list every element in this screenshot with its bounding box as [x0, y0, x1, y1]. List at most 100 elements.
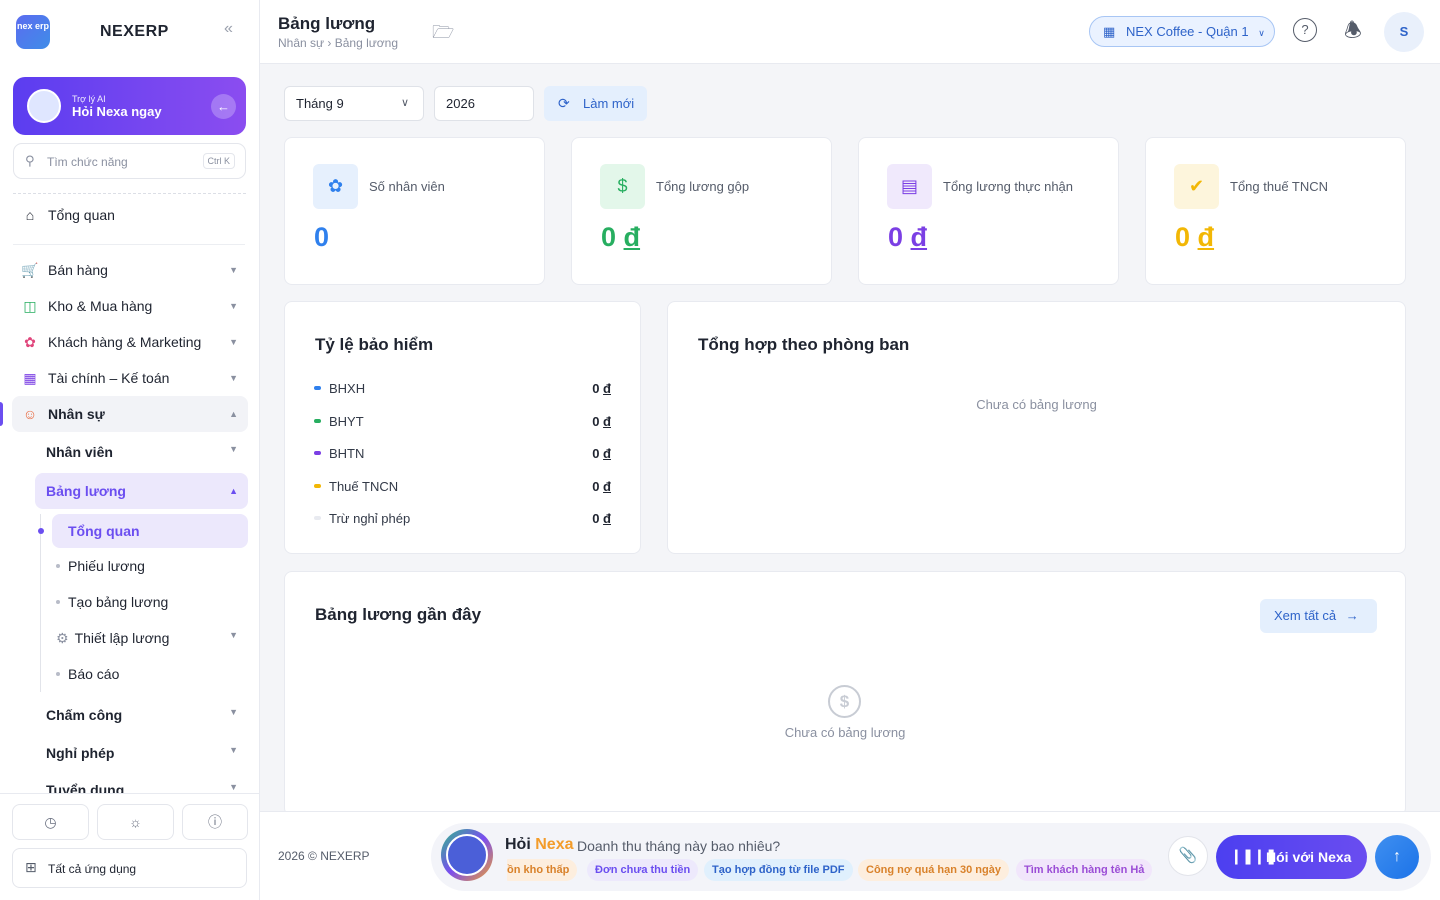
row-number: 0 [592, 446, 600, 461]
footer: 2026 © NEXERP Hỏi Nexa Doanh thu tháng n… [260, 811, 1440, 900]
send-button[interactable]: ↑ [1375, 835, 1419, 879]
bullet-dot [56, 600, 60, 604]
stat-number: 0 [314, 222, 330, 252]
suggestion-chip[interactable]: Đơn chưa thu tiền [587, 859, 699, 881]
arrow-left-icon[interactable]: ← [211, 94, 236, 119]
users-icon: ✿ [24, 333, 36, 350]
insurance-row: BHYT 0 đ [314, 413, 611, 433]
active-indicator [0, 402, 3, 426]
feature-search-input[interactable]: ⚲ Tìm chức năng Ctrl K [13, 143, 246, 179]
view-all-button[interactable]: Xem tất cả → [1260, 599, 1377, 633]
divider [0, 793, 260, 794]
sidebar-item-create-payroll[interactable]: Tạo bảng lương [68, 594, 168, 610]
robot-avatar-icon [27, 89, 61, 123]
suggestion-chip[interactable]: Tạo hợp đồng từ file PDF [704, 859, 853, 881]
row-value: 0 đ [592, 479, 611, 494]
folder-icon[interactable]: 🗁 [432, 20, 454, 50]
row-value: 0 đ [592, 381, 611, 396]
suggestion-chip[interactable]: Tìm khách hàng tên Hả [1016, 859, 1153, 881]
row-number: 0 [592, 381, 600, 396]
sidebar-item-crm[interactable]: ✿ Khách hàng & Marketing ▼ [12, 324, 248, 360]
stat-number: 0 [888, 222, 904, 252]
sidebar-item-hr[interactable]: ☺ Nhân sự ▲ [12, 396, 248, 432]
sidebar-item-overview[interactable]: ⌂ Tổng quan [12, 197, 248, 233]
chevron-down-icon: ▼ [229, 782, 238, 792]
ai-assistant-card[interactable]: Trợ lý AI Hỏi Nexa ngay ← [13, 77, 246, 135]
month-select[interactable]: Tháng 9 ∨ [284, 86, 424, 121]
active-dot [38, 528, 44, 534]
store-name: NEX Coffee - Quận 1 [1126, 24, 1249, 39]
insurance-row: BHXH 0 đ [314, 380, 611, 400]
dollar-icon: $ [600, 164, 645, 209]
store-selector[interactable]: ▦ NEX Coffee - Quận 1 ∨ [1089, 16, 1275, 47]
all-apps-label: Tất cả ứng dụng [48, 862, 137, 876]
empty-state-text: Chưa có bảng lương [976, 397, 1097, 412]
currency-unit: đ [623, 222, 641, 252]
collapse-sidebar-icon[interactable]: « [224, 20, 233, 38]
legend-bullet [314, 451, 321, 455]
stat-label: Tổng thuế TNCN [1230, 179, 1329, 194]
sidebar-item-label: Tổng quan [48, 207, 115, 223]
year-input[interactable]: 2026 [434, 86, 534, 121]
sidebar-item-report[interactable]: Báo cáo [68, 666, 119, 682]
stat-card-net-salary: ▤ Tổng lương thực nhận 0 đ [858, 137, 1119, 285]
insurance-row: Trừ nghỉ phép 0 đ [314, 510, 611, 530]
wallet-icon: ▤ [887, 164, 932, 209]
bell-icon[interactable]: 🕭 [1344, 16, 1362, 50]
suggestion-chip[interactable]: Công nợ quá hạn 30 ngày [858, 859, 1009, 881]
soundwave-icon: ❙❚❙❚ [1230, 848, 1277, 865]
nexa-question-input[interactable]: Doanh thu tháng này bao nhiêu? [577, 838, 780, 854]
sidebar-item-label: Nhân sự [48, 406, 105, 422]
breadcrumb[interactable]: Nhân sự › Bảng lương [278, 36, 398, 50]
insurance-card: Tỷ lệ bảo hiểm BHXH 0 đ BHYT 0 đ BHTN 0 đ T… [284, 301, 641, 554]
sidebar-item-finance[interactable]: ▦ Tài chính – Kế toán ▼ [12, 360, 248, 396]
sidebar-item-sales[interactable]: 🛒 Bán hàng ▼ [12, 252, 248, 288]
sidebar-item-recruitment[interactable]: Tuyển dụng ▼ [46, 782, 248, 793]
suggestion-chip[interactable]: ồn kho thấp [507, 859, 578, 881]
help-icon[interactable]: ? [1293, 18, 1317, 42]
history-button[interactable]: ◷ [12, 804, 89, 840]
user-badge-icon: ☺ [22, 406, 38, 422]
sidebar-item-label: Tuyển dụng [46, 782, 125, 793]
nexa-chat-bar[interactable]: Hỏi Nexa Doanh thu tháng này bao nhiêu? … [431, 823, 1431, 891]
currency-unit: đ [603, 414, 611, 429]
sidebar: nex erp NEXERP « Trợ lý AI Hỏi Nexa ngay… [0, 0, 260, 900]
talk-label: Nói với Nexa [1266, 849, 1352, 865]
sidebar-item-label: Bán hàng [48, 262, 108, 278]
divider [13, 244, 245, 245]
stat-value: 0 [314, 222, 329, 253]
month-value: Tháng 9 [296, 96, 344, 111]
apps-grid-icon: ⊞ [25, 859, 37, 875]
row-number: 0 [592, 511, 600, 526]
insurance-row: Thuế TNCN 0 đ [314, 478, 611, 498]
shield-check-icon: ✔ [1174, 164, 1219, 209]
talk-to-nexa-button[interactable]: ❙❚❙❚ Nói với Nexa [1216, 835, 1367, 879]
brand-logo[interactable]: nex erp [16, 15, 50, 49]
ai-card-title: Hỏi Nexa ngay [72, 104, 162, 119]
stat-card-income-tax: ✔ Tổng thuế TNCN 0 đ [1145, 137, 1406, 285]
attach-button[interactable]: 📎 [1168, 836, 1208, 876]
legend-bullet [314, 516, 321, 520]
currency-unit: đ [603, 479, 611, 494]
sidebar-item-payroll-settings[interactable]: ⚙ Thiết lập lương ▼ [56, 630, 248, 647]
sidebar-item-payroll[interactable]: Bảng lương ▲ [35, 473, 248, 509]
theme-toggle-button[interactable]: ☼ [97, 804, 174, 840]
sidebar-item-attendance[interactable]: Chấm công ▼ [46, 707, 248, 723]
stat-card-gross-salary: $ Tổng lương gộp 0 đ [571, 137, 832, 285]
currency-unit: đ [910, 222, 928, 252]
sidebar-item-warehouse[interactable]: ◫ Kho & Mua hàng ▼ [12, 288, 248, 324]
sidebar-item-payroll-overview[interactable]: Tổng quan [52, 514, 248, 548]
avatar[interactable]: S [1384, 12, 1424, 52]
currency-unit: đ [603, 511, 611, 526]
refresh-icon: ⟳ [558, 95, 570, 111]
nexerp-logo: nex erp [16, 15, 50, 49]
refresh-button[interactable]: ⟳ Làm mới [544, 86, 647, 121]
sidebar-item-leave[interactable]: Nghỉ phép ▼ [46, 745, 248, 761]
sidebar-item-payslip[interactable]: Phiếu lương [68, 558, 145, 574]
gear-icon: ⚙ [56, 630, 69, 646]
all-apps-button[interactable]: ⊞ Tất cả ứng dụng [12, 848, 247, 888]
sidebar-item-employees[interactable]: Nhân viên ▼ [46, 444, 248, 460]
sidebar-item-label: Chấm công [46, 707, 123, 723]
stat-value: 0 đ [888, 222, 927, 253]
report-issue-button[interactable]: ⓘ [182, 804, 248, 840]
